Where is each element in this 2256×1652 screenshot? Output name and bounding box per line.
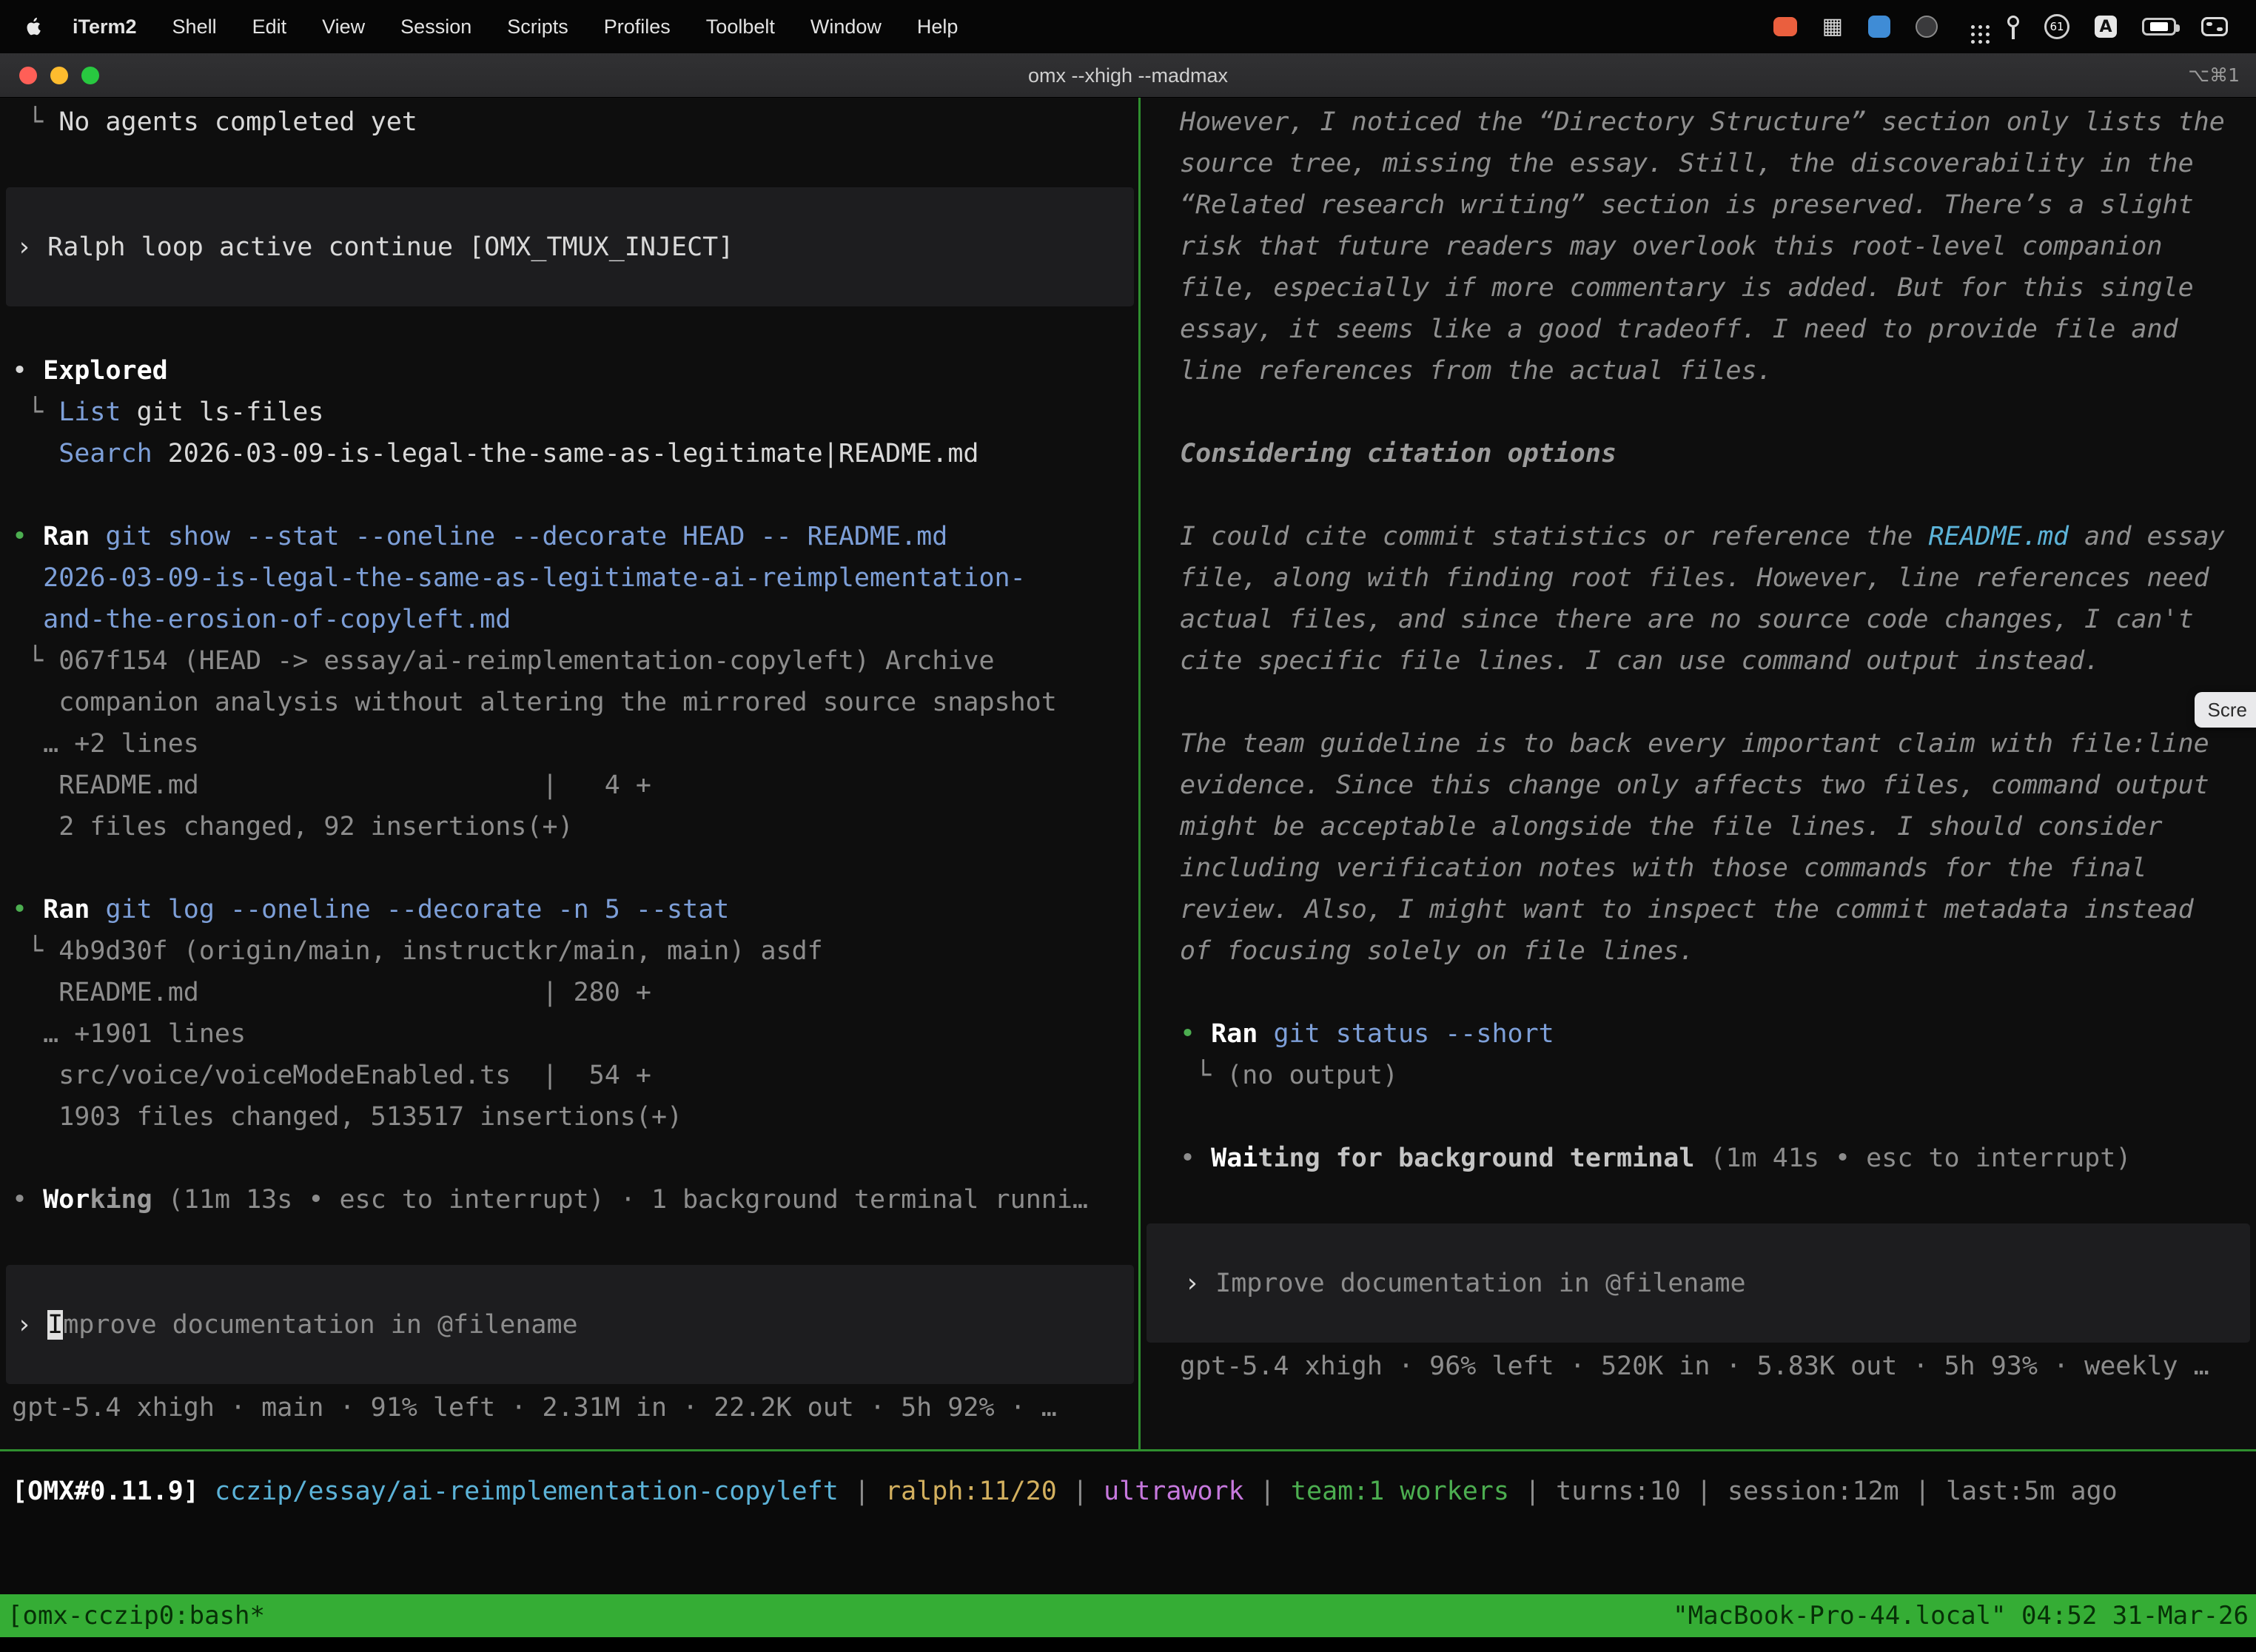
- terminal-line: 2 files changed, 92 insertions(+): [12, 806, 1135, 847]
- terminal-line: • Ran git log --oneline --decorate -n 5 …: [12, 889, 1135, 930]
- terminal-line: Considering citation options: [1180, 433, 2241, 474]
- key-icon[interactable]: [2007, 16, 2019, 27]
- terminal-line: 2026-03-09-is-legal-the-same-as-legitima…: [12, 557, 1135, 599]
- terminal-line: [12, 474, 1135, 516]
- menu-status-icons: ▦ 61 A: [1773, 14, 2238, 39]
- terminal-line: [OMX#0.11.9] cczip/essay/ai-reimplementa…: [12, 1471, 2256, 1512]
- input-prompt-chevron: ›: [1184, 1269, 1215, 1298]
- terminal-line: … +2 lines: [12, 723, 1135, 765]
- menu-item-toolbelt[interactable]: Toolbelt: [688, 16, 793, 38]
- terminal-line: [1180, 1096, 2241, 1138]
- menu-item-session[interactable]: Session: [383, 16, 489, 38]
- terminal-line: └ (no output): [1180, 1055, 2241, 1096]
- input-source-icon[interactable]: A: [2095, 16, 2117, 38]
- right-transcript: However, I noticed the “Directory Struct…: [1180, 101, 2241, 1179]
- terminal-line: companion analysis without altering the …: [12, 682, 1135, 723]
- window-title-bar: omx --xhigh --madmax ⌥⌘1: [0, 53, 2256, 98]
- model-status-left: gpt-5.4 xhigh · main · 91% left · 2.31M …: [12, 1387, 1135, 1428]
- terminal-line: [1180, 682, 2241, 723]
- apple-menu-icon[interactable]: [18, 15, 55, 38]
- menu-item-window[interactable]: Window: [793, 16, 899, 38]
- terminal-line: • Working (11m 13s • esc to interrupt) ·…: [12, 1179, 1135, 1220]
- menu-item-scripts[interactable]: Scripts: [489, 16, 586, 38]
- terminal-line: [1180, 972, 2241, 1013]
- terminal-line: 1903 files changed, 513517 insertions(+): [12, 1096, 1135, 1138]
- battery-percentage-icon[interactable]: 61: [2044, 14, 2069, 39]
- screen-share-button[interactable]: Scre: [2195, 692, 2256, 728]
- terminal-line: src/voice/voiceModeEnabled.ts | 54 +: [12, 1055, 1135, 1096]
- input-text: Improve documentation in @filename: [1215, 1269, 1745, 1298]
- zoom-button[interactable]: [81, 67, 99, 84]
- terminal-line: Search 2026-03-09-is-legal-the-same-as-l…: [12, 433, 1135, 474]
- dots-grid-icon[interactable]: [1963, 17, 1982, 36]
- desktop: iTerm2 Shell Edit View Session Scripts P…: [0, 0, 2256, 1652]
- menu-bar: iTerm2 Shell Edit View Session Scripts P…: [0, 0, 2256, 53]
- terminal-line: [12, 847, 1135, 889]
- terminal-line: • Ran git show --stat --oneline --decora…: [12, 516, 1135, 557]
- screen-recording-icon[interactable]: [1773, 17, 1797, 36]
- window-title: omx --xhigh --madmax: [1028, 53, 1228, 98]
- menu-item-edit[interactable]: Edit: [235, 16, 305, 38]
- right-terminal-pane: However, I noticed the “Directory Struct…: [1141, 98, 2256, 1449]
- ralph-loop-banner: › Ralph loop active continue [OMX_TMUX_I…: [6, 187, 1134, 306]
- omx-status-bar: [OMX#0.11.9] cczip/essay/ai-reimplementa…: [0, 1451, 2256, 1594]
- control-center-icon[interactable]: [2201, 17, 2228, 36]
- terminal-line: However, I noticed the “Directory Struct…: [1180, 101, 2231, 392]
- terminal-line: • Ran git status --short: [1180, 1013, 2241, 1055]
- input-prompt-chevron: ›: [16, 1310, 47, 1340]
- terminal-line: └ 067f154 (HEAD -> essay/ai-reimplementa…: [12, 640, 1135, 682]
- terminal-line: [12, 1138, 1135, 1179]
- dark-app-icon[interactable]: [1916, 16, 1938, 38]
- model-status-right: gpt-5.4 xhigh · 96% left · 520K in · 5.8…: [1180, 1346, 2241, 1387]
- terminal-line: … +1901 lines: [12, 1013, 1135, 1055]
- traffic-lights: [19, 67, 99, 84]
- ralph-prompt-chevron: ›: [16, 232, 47, 262]
- menu-item-view[interactable]: View: [304, 16, 383, 38]
- text-cursor: I: [47, 1310, 63, 1340]
- terminal-line: └ List git ls-files: [12, 392, 1135, 433]
- window-shortcut-badge: ⌥⌘1: [2188, 53, 2240, 98]
- tmux-status-bar: [omx-cczip0:bash* "MacBook-Pro-44.local"…: [0, 1594, 2256, 1637]
- terminal-line: The team guideline is to back every impo…: [1180, 723, 2231, 972]
- grid-icon[interactable]: ▦: [1822, 16, 1843, 38]
- tmux-session-name: [omx-cczip0:bash*: [7, 1601, 265, 1631]
- battery-icon[interactable]: [2142, 18, 2176, 36]
- menu-item-shell[interactable]: Shell: [155, 16, 235, 38]
- tmux-host-clock: "MacBook-Pro-44.local" 04:52 31-Mar-26: [1673, 1601, 2249, 1631]
- terminal-line: • Waiting for background terminal (1m 41…: [1180, 1138, 2241, 1179]
- terminal-line: I could cite commit statistics or refere…: [1180, 516, 2231, 682]
- close-button[interactable]: [19, 67, 37, 84]
- terminal-line: [1180, 474, 2241, 516]
- terminal-line: README.md | 4 +: [12, 765, 1135, 806]
- terminal-line: • Explored: [12, 350, 1135, 392]
- terminal-line: └ No agents completed yet: [12, 101, 1135, 143]
- terminal-line: and-the-erosion-of-copyleft.md: [12, 599, 1135, 640]
- menu-item-profiles[interactable]: Profiles: [586, 16, 688, 38]
- prompt-input-right[interactable]: › Improve documentation in @filename: [1147, 1223, 2250, 1343]
- prompt-input-left[interactable]: › Improve documentation in @filename: [6, 1265, 1134, 1384]
- terminal-line: [1180, 392, 2241, 433]
- left-scrollback-top: └ No agents completed yet: [12, 101, 1135, 143]
- terminal-line: └ 4b9d30f (origin/main, instructkr/main,…: [12, 930, 1135, 972]
- left-terminal-pane: └ No agents completed yet › Ralph loop a…: [0, 98, 1138, 1449]
- terminal-line: README.md | 280 +: [12, 972, 1135, 1013]
- menu-item-help[interactable]: Help: [899, 16, 976, 38]
- ralph-banner-text: Ralph loop active continue [OMX_TMUX_INJ…: [47, 232, 733, 262]
- menu-item-iterm2[interactable]: iTerm2: [55, 16, 155, 38]
- left-transcript: • Explored └ List git ls-files Search 20…: [12, 350, 1135, 1220]
- minimize-button[interactable]: [50, 67, 68, 84]
- raycast-icon[interactable]: [1868, 16, 1890, 38]
- input-text: mprove documentation in @filename: [63, 1310, 577, 1340]
